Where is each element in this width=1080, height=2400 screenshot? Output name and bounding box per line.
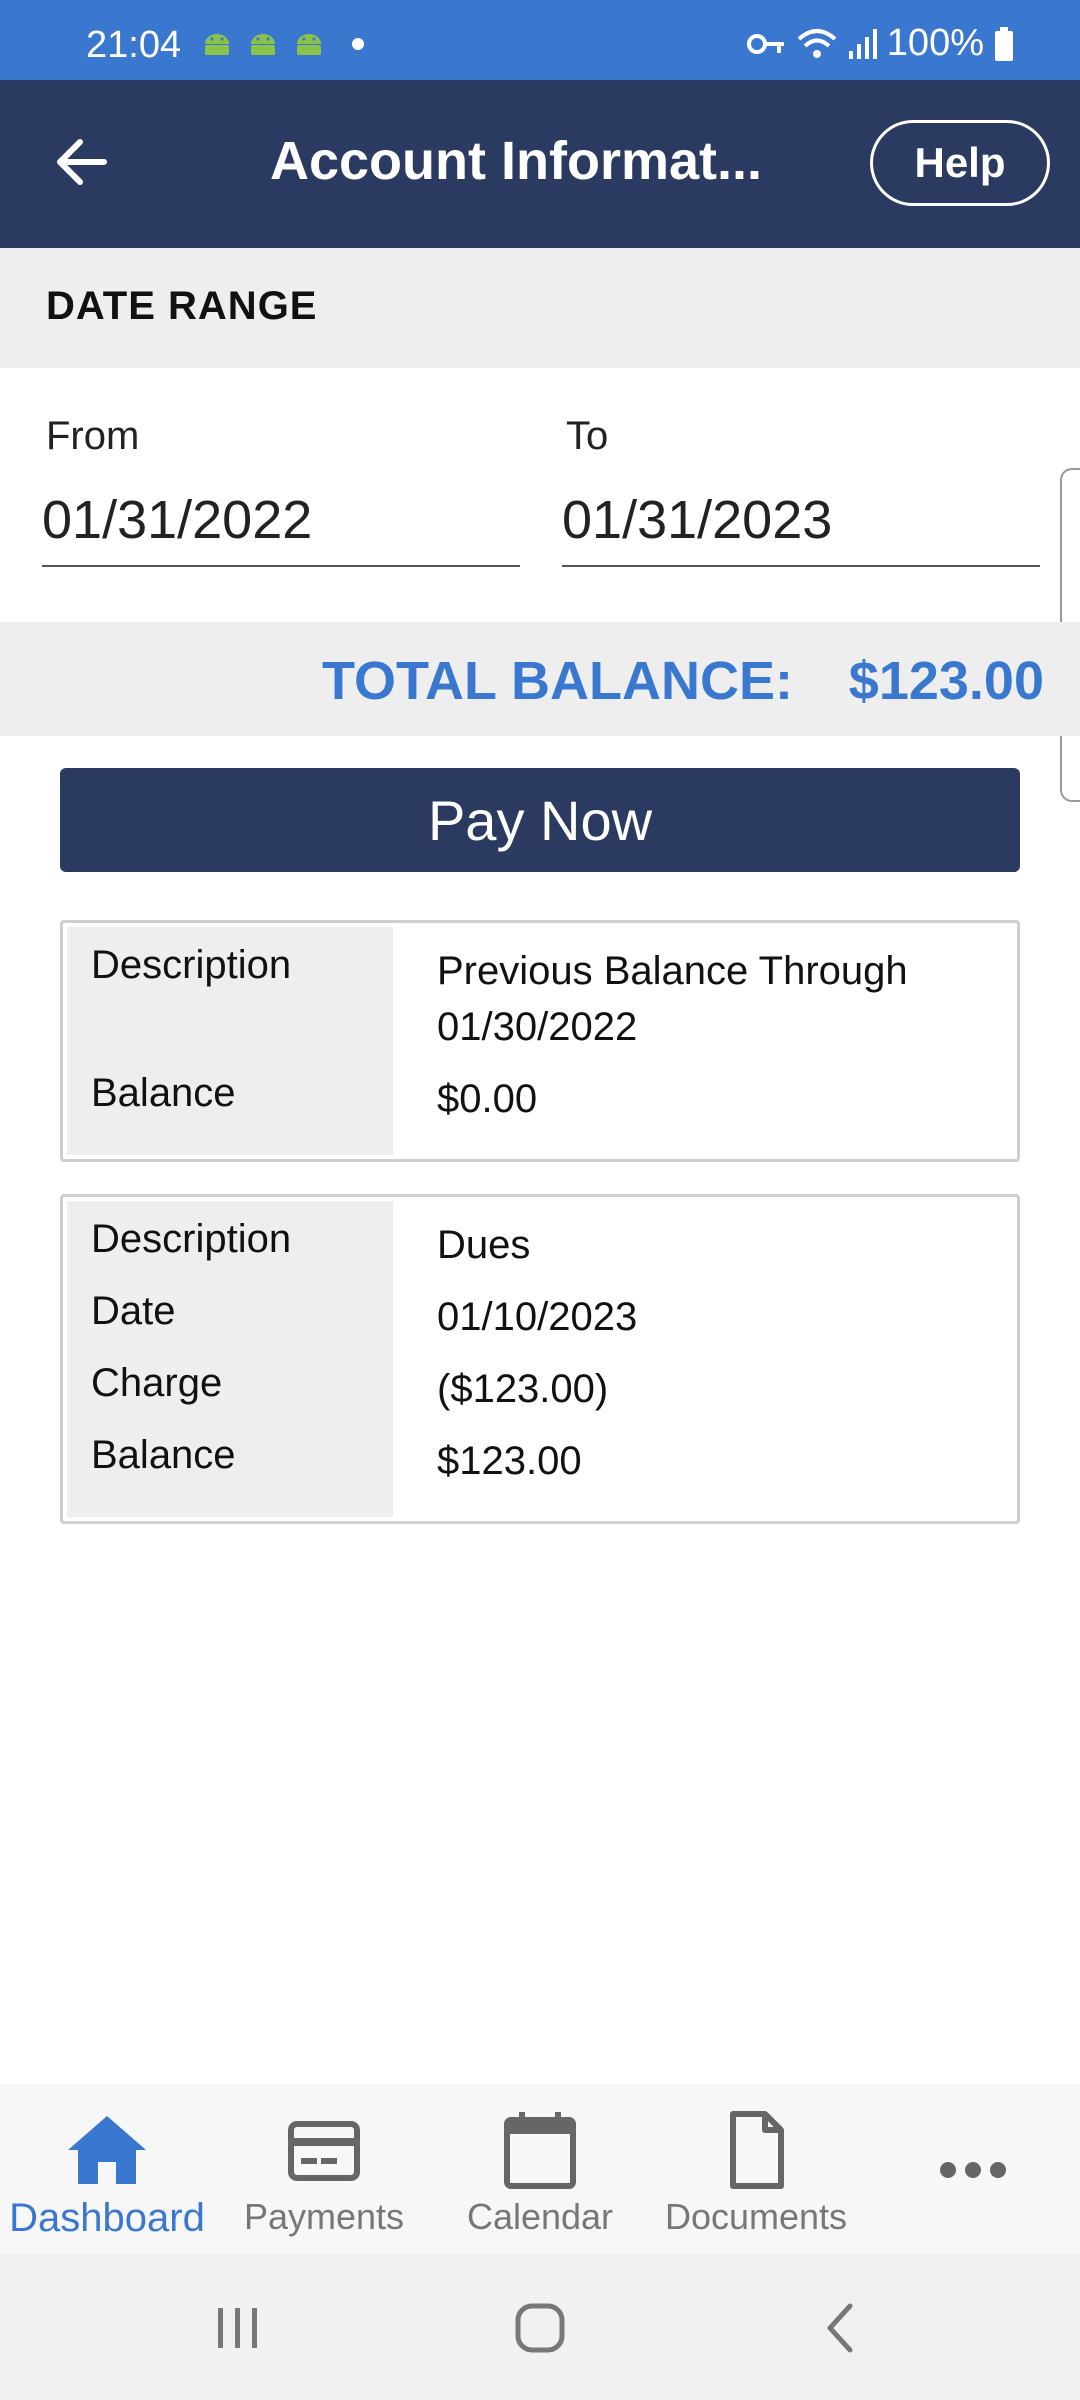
- total-balance-value: $123.00: [848, 651, 1044, 711]
- help-button[interactable]: Help: [870, 120, 1050, 206]
- android-icon: [251, 34, 275, 55]
- battery-percent: 100%: [886, 22, 984, 64]
- document-icon: [730, 2111, 784, 2189]
- from-label: From: [46, 414, 140, 458]
- description-label: Description: [91, 943, 292, 987]
- home-icon: [68, 2116, 146, 2184]
- arrow-left-icon: [57, 139, 107, 185]
- total-balance-label: TOTAL BALANCE:: [322, 651, 793, 711]
- from-date-input[interactable]: 01/31/2022: [42, 489, 520, 567]
- balance-label: Balance: [91, 1433, 236, 1477]
- date-range-label: DATE RANGE: [46, 284, 318, 328]
- description-value-line1: Previous Balance Through: [437, 949, 908, 993]
- page-title: Account Informat...: [270, 131, 763, 191]
- date-label: Date: [91, 1289, 176, 1333]
- dot-icon: [352, 38, 364, 50]
- description-value-line2: 01/30/2022: [437, 1005, 638, 1049]
- from-date-field[interactable]: From 01/31/2022: [42, 414, 520, 567]
- nav-item-dashboard[interactable]: Dashboard: [0, 2084, 214, 2254]
- signal-icon: [848, 28, 877, 59]
- nav-label: Documents: [664, 2196, 848, 2237]
- more-icon: [940, 2162, 1006, 2178]
- system-nav-bar: [0, 2254, 1080, 2400]
- description-value: Previous Balance Through 01/30/2022: [437, 943, 977, 1055]
- charge-label: Charge: [91, 1361, 223, 1405]
- pay-now-button[interactable]: Pay Now: [60, 768, 1020, 872]
- nav-item-payments[interactable]: Payments: [214, 2084, 434, 2254]
- status-bar: 21:04 100%: [0, 0, 1080, 80]
- nav-item-more[interactable]: [866, 2084, 1080, 2254]
- back-button[interactable]: [52, 132, 112, 192]
- transaction-card: Description Previous Balance Through 01/…: [60, 920, 1020, 1162]
- balance-value: $0.00: [437, 1077, 538, 1121]
- app-header: Account Informat... Help: [0, 80, 1080, 248]
- recent-apps-icon[interactable]: [208, 2298, 268, 2358]
- total-balance-bar: TOTAL BALANCE: $123.00: [0, 622, 1080, 736]
- charge-value: ($123.00): [437, 1367, 609, 1411]
- description-value: Dues: [437, 1223, 531, 1267]
- bottom-nav: Dashboard Payments Calendar Documents: [0, 2084, 1080, 2254]
- android-icon: [297, 34, 321, 55]
- nav-label: Calendar: [466, 2196, 614, 2237]
- battery-icon: [995, 26, 1013, 61]
- calendar-icon: [504, 2112, 576, 2189]
- vpn-key-icon: [746, 33, 784, 54]
- home-button-icon[interactable]: [510, 2298, 570, 2358]
- status-system-icons: 100%: [746, 22, 1014, 65]
- nav-item-documents[interactable]: Documents: [646, 2084, 866, 2254]
- balance-value: $123.00: [437, 1439, 582, 1483]
- wifi-icon: [797, 28, 837, 58]
- transaction-card: Description Dues Date 01/10/2023 Charge …: [60, 1194, 1020, 1524]
- status-notification-icons: [200, 30, 364, 58]
- back-nav-icon[interactable]: [812, 2298, 872, 2358]
- nav-label: Payments: [243, 2196, 405, 2237]
- nav-item-calendar[interactable]: Calendar: [434, 2084, 646, 2254]
- status-time: 21:04: [86, 24, 182, 66]
- to-date-field[interactable]: To 01/31/2023: [562, 414, 1040, 567]
- balance-label: Balance: [91, 1071, 236, 1115]
- credit-card-icon: [288, 2121, 360, 2181]
- to-date-input[interactable]: 01/31/2023: [562, 489, 1040, 567]
- date-range-header: DATE RANGE: [0, 248, 1080, 368]
- date-value: 01/10/2023: [437, 1295, 638, 1339]
- description-label: Description: [91, 1217, 292, 1261]
- android-icon: [205, 34, 229, 55]
- nav-label: Dashboard: [9, 2196, 205, 2240]
- to-label: To: [566, 414, 609, 458]
